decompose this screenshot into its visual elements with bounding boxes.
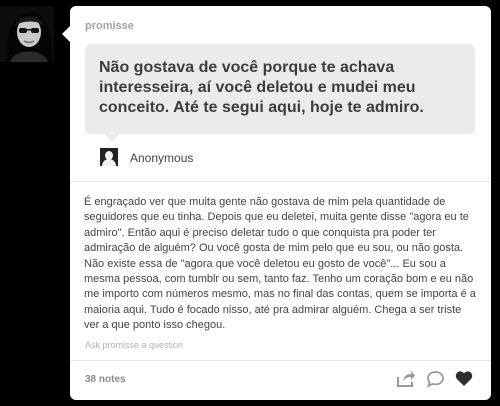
bubble-tail — [104, 134, 120, 142]
post-username[interactable]: promisse — [85, 20, 134, 32]
asker-name: Anonymous — [130, 151, 194, 165]
heart-icon[interactable] — [455, 370, 473, 392]
avatar-photo — [0, 6, 54, 62]
ask-question-link[interactable]: Ask promisse a question — [85, 340, 183, 350]
notes-count[interactable]: 38 notes — [85, 374, 126, 385]
answer-text: É engraçado ver que muita gente não gost… — [84, 196, 476, 332]
speech-bubble-icon[interactable] — [426, 370, 445, 393]
divider — [70, 181, 491, 182]
blog-avatar[interactable] — [0, 6, 54, 62]
anonymous-avatar-icon — [100, 148, 118, 166]
question-text: Não gostava de você porque te achava int… — [99, 59, 424, 116]
question-bubble: Não gostava de você porque te achava int… — [85, 44, 475, 134]
divider — [70, 360, 491, 361]
post-pointer — [62, 26, 70, 42]
share-arrow-icon[interactable] — [396, 370, 416, 393]
post-card: promisse Não gostava de você porque te a… — [70, 6, 491, 400]
